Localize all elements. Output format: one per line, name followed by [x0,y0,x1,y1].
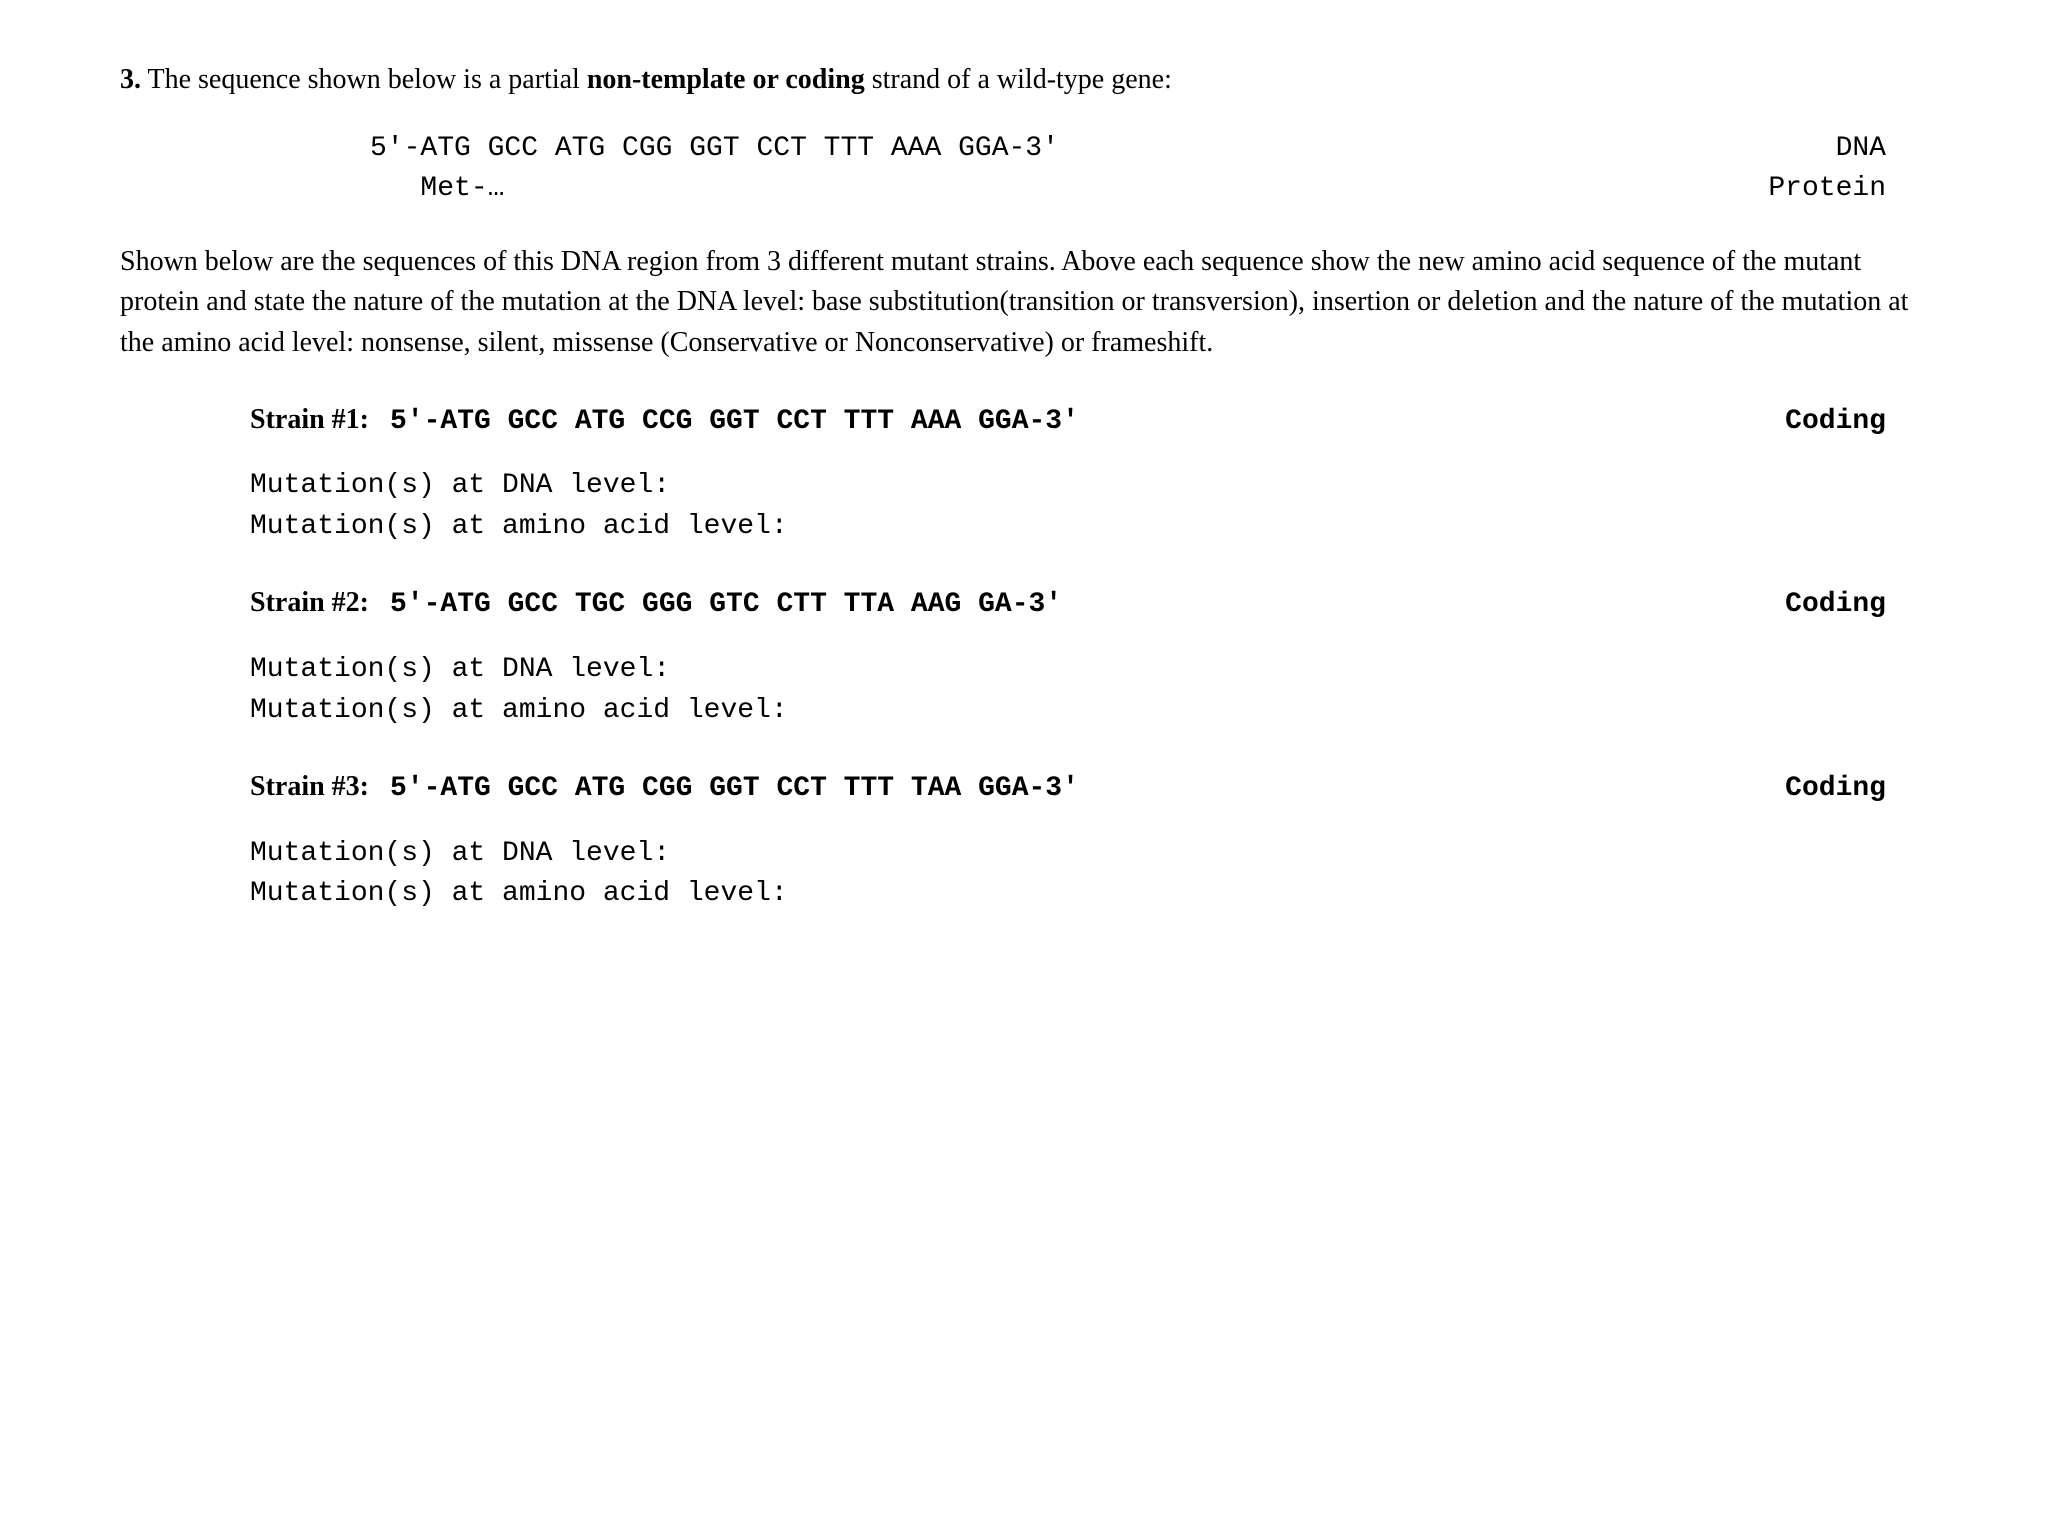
strain-header: Strain #3: 5'-ATG GCC ATG CGG GGT CCT TT… [250,767,1926,810]
strain-sequence: 5'-ATG GCC ATG CGG GGT CCT TTT TAA GGA-3… [390,769,1079,810]
wildtype-dna-row: 5'-ATG GCC ATG CGG GGT CCT TTT AAA GGA-3… [370,129,1926,170]
mutation-dna-line: Mutation(s) at DNA level: [250,834,1926,875]
strain-coding-label: Coding [1785,402,1926,443]
wildtype-protein-label: Protein [1768,169,1926,210]
strain-block-2: Strain #2: 5'-ATG GCC TGC GGG GTC CTT TT… [120,583,1926,731]
wildtype-dna-sequence: 5'-ATG GCC ATG CGG GGT CCT TTT AAA GGA-3… [370,129,1059,170]
wildtype-protein-row: Met-… Protein [370,169,1926,210]
mutation-aa-line: Mutation(s) at amino acid level: [250,874,1926,915]
mutation-aa-line: Mutation(s) at amino acid level: [250,691,1926,732]
instructions-paragraph: Shown below are the sequences of this DN… [120,242,1926,364]
strain-header: Strain #1: 5'-ATG GCC ATG CCG GGT CCT TT… [250,400,1926,443]
intro-text-before: The sequence shown below is a partial [141,64,587,95]
strain-label: Strain #1: [250,400,390,441]
strain-label: Strain #3: [250,767,390,808]
strain-coding-label: Coding [1785,585,1926,626]
strain-block-3: Strain #3: 5'-ATG GCC ATG CGG GGT CCT TT… [120,767,1926,915]
mutation-dna-line: Mutation(s) at DNA level: [250,466,1926,507]
strain-coding-label: Coding [1785,769,1926,810]
strain-sequence: 5'-ATG GCC TGC GGG GTC CTT TTA AAG GA-3' [390,585,1062,626]
mutation-aa-line: Mutation(s) at amino acid level: [250,507,1926,548]
wildtype-protein-sequence: Met-… [370,169,504,210]
strain-block-1: Strain #1: 5'-ATG GCC ATG CCG GGT CCT TT… [120,400,1926,548]
wildtype-sequence-block: 5'-ATG GCC ATG CGG GGT CCT TTT AAA GGA-3… [120,129,1926,210]
question-intro: 3. The sequence shown below is a partial… [120,60,1926,101]
strain-label: Strain #2: [250,583,390,624]
strain-header: Strain #2: 5'-ATG GCC TGC GGG GTC CTT TT… [250,583,1926,626]
intro-text-after: strand of a wild-type gene: [865,64,1172,95]
mutation-dna-line: Mutation(s) at DNA level: [250,650,1926,691]
question-number: 3. [120,64,141,95]
intro-text-bold: non-template or coding [587,64,865,95]
strain-sequence: 5'-ATG GCC ATG CCG GGT CCT TTT AAA GGA-3… [390,402,1079,443]
wildtype-dna-label: DNA [1836,129,1926,170]
